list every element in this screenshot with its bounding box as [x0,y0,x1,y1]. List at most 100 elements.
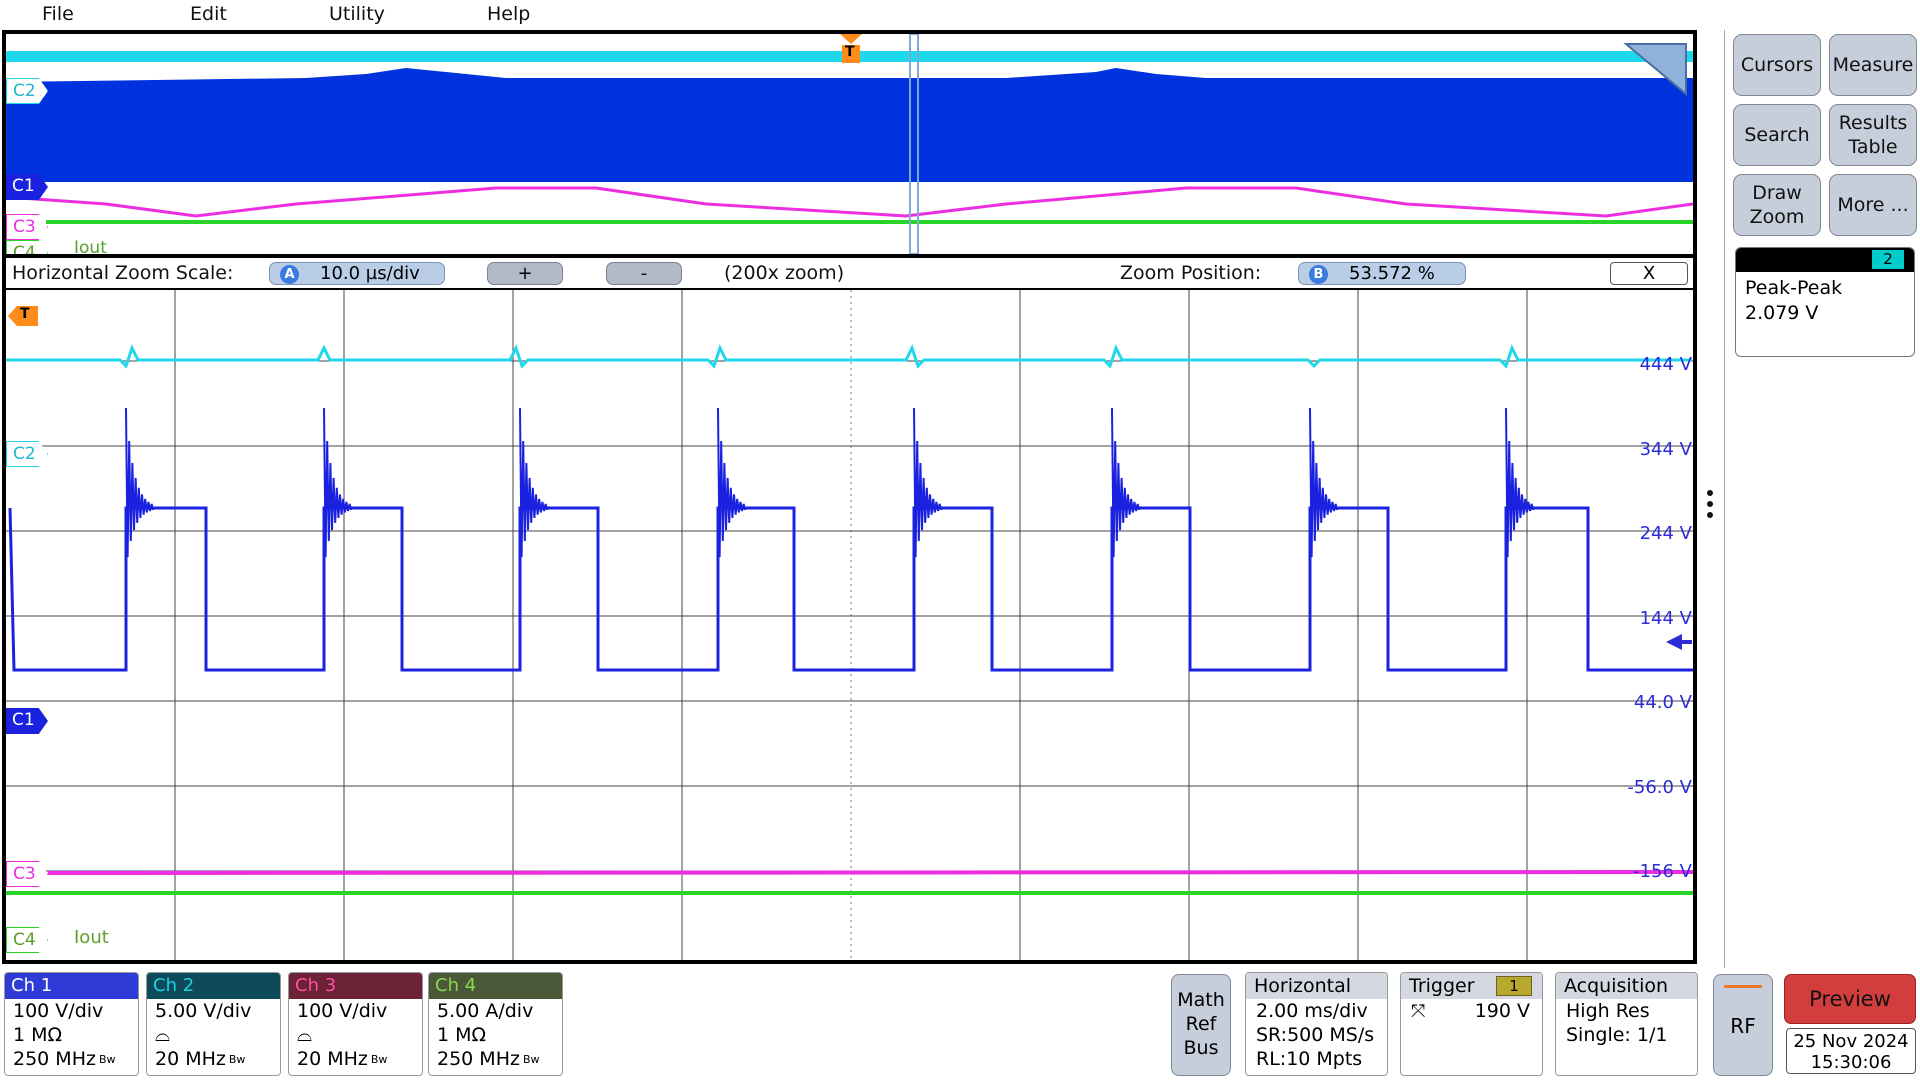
probe-icon: ⌓ [297,1024,313,1046]
zoom-ch1-ringing [125,407,1535,558]
zoom-ch2-trace [6,344,1692,369]
rf-label: RF [1730,1014,1756,1038]
zoom-trigger-label: T [20,306,30,322]
measure-button[interactable]: Measure [1829,34,1917,96]
cursors-button[interactable]: Cursors [1733,34,1821,96]
channel-bandwidth: 250 MHz [437,1048,520,1070]
close-zoom-button[interactable]: X [1610,262,1688,285]
level-arrow [1666,634,1682,650]
acquisition-single: Single: 1/1 [1566,1024,1668,1046]
zoom-scale-label: Horizontal Zoom Scale: [12,262,234,284]
axis-label-1: 344 V [1639,439,1692,460]
channel-bandwidth: 20 MHz [155,1048,226,1070]
ringing-burst [125,407,155,558]
rf-button[interactable]: RF [1713,974,1773,1076]
horizontal-record-length: RL:10 Mpts [1256,1048,1363,1070]
channel-bandwidth: 20 MHz [297,1048,368,1070]
overview-ch3-trace [6,186,1693,218]
trigger-title: Trigger [1409,975,1475,997]
rf-indicator-bar [1724,985,1762,988]
ringing-burst [1309,407,1339,558]
channel-badge-3[interactable]: Ch 3 100 V/div ⌓ 20 MHz Bw [288,972,423,1076]
status-bar: Ch 1 100 V/div 1 MΩ 250 MHz Bw Ch 2 5.00 V/div… [0,968,1920,1080]
zoom-in-button[interactable]: + [487,262,563,285]
more-button[interactable]: More ... [1829,174,1917,236]
channel-name: Ch 2 [147,973,280,999]
probe-icon: ⌓ [155,1024,171,1046]
zoom-waveform[interactable]: T C2 C1 C3 C4 Iout 444 V 344 V 244 V 144… [2,288,1697,964]
trigger-level: 190 V [1474,1000,1530,1022]
channel-scale: 100 V/div [13,1000,104,1022]
channel-impedance: 1 MΩ [13,1024,63,1046]
horizontal-badge[interactable]: Horizontal 2.00 ms/div SR:500 MS/s RL:10… [1245,972,1388,1076]
menu-file[interactable]: File [42,1,74,27]
horizontal-title: Horizontal [1246,973,1387,999]
side-panel: Cursors Measure Search Results Table Dra… [1724,30,1920,970]
acquisition-title: Acquisition [1556,973,1697,999]
search-button[interactable]: Search [1733,104,1821,166]
horizontal-sample-rate: SR:500 MS/s [1256,1024,1375,1046]
overview-plot [6,34,1693,254]
bandwidth-limit-icon: Bw [370,1052,388,1066]
channel-name: Ch 4 [429,973,562,999]
channel-badge-4[interactable]: Ch 4 5.00 A/div 1 MΩ 250 MHz Bw [428,972,563,1076]
trigger-source-badge: 1 [1496,976,1532,996]
trigger-edge-icon: ⤧ [1411,1001,1426,1022]
channel-bandwidth-line: 250 MHz Bw [429,1047,562,1072]
axis-label-3: 144 V [1639,608,1692,629]
overview-waveform[interactable]: T C2 C1 C3 C4 Iout [2,30,1697,258]
ringing-burst [717,407,747,558]
menu-help[interactable]: Help [487,1,530,27]
preview-button[interactable]: Preview [1784,974,1916,1024]
trigger-detail: ⤧ 190 V [1401,999,1542,1024]
zoom-scale-control[interactable]: A 10.0 µs/div [269,262,445,285]
zoom-marker-c2-label: C2 [13,444,36,464]
date: 25 Nov 2024 [1793,1031,1909,1052]
menu-utility[interactable]: Utility [329,1,385,27]
overview-trigger-label: T [845,44,855,60]
channel-scale: 100 V/div [297,1000,388,1022]
draw-zoom-button[interactable]: Draw Zoom [1733,174,1821,236]
level-arrow-tail [1682,640,1692,644]
zoom-position-label: Zoom Position: [1120,262,1262,284]
time: 15:30:06 [1810,1052,1892,1073]
zoom-position-control[interactable]: B 53.572 % [1298,262,1466,285]
menu-bar: File Edit Utility Help [0,0,1920,28]
results-table-button[interactable]: Results Table [1829,104,1917,166]
trigger-badge[interactable]: Trigger 1 ⤧ 190 V [1400,972,1543,1076]
zoom-out-button[interactable]: - [606,262,682,285]
channel-badge-2[interactable]: Ch 2 5.00 V/div ⌓ 20 MHz Bw [146,972,281,1076]
trigger-position-arrow [840,34,862,44]
channel-scale: 5.00 V/div [155,1000,252,1022]
zoom-c4-name: Iout [74,927,109,948]
axis-label-2: 244 V [1639,523,1692,544]
channel-bandwidth-line: 250 MHz Bw [5,1047,138,1072]
overview-ch1-envelope [6,68,1693,182]
menu-edit[interactable]: Edit [190,1,227,27]
zoom-marker-c1-label: C1 [12,710,35,730]
acquisition-mode: High Res [1566,1000,1650,1022]
measurement-value: 2.079 V [1745,302,1819,324]
channel-name: Ch 1 [5,973,138,999]
zoom-grid [6,290,1693,960]
zoom-control-bar: Horizontal Zoom Scale: A 10.0 µs/div + -… [2,258,1697,288]
channel-impedance: 1 MΩ [437,1024,487,1046]
bandwidth-limit-icon: Bw [98,1052,116,1066]
zoom-plot [6,290,1693,960]
channel-name: Ch 3 [289,973,422,999]
channel-bandwidth-line: 20 MHz Bw [289,1047,422,1072]
channel-scale: 5.00 A/div [437,1000,534,1022]
channel-badge-1[interactable]: Ch 1 100 V/div 1 MΩ 250 MHz Bw [4,972,139,1076]
math-ref-bus-button[interactable]: Math Ref Bus [1171,974,1231,1076]
zoom-ch3-trace [47,870,1693,875]
zoom-scale-badge: A [280,265,299,284]
measurement-badge[interactable]: 2 Peak-Peak 2.079 V [1735,247,1915,357]
acquisition-badge[interactable]: Acquisition High Res Single: 1/1 [1555,972,1698,1076]
date-time[interactable]: 25 Nov 2024 15:30:06 [1786,1028,1916,1074]
axis-label-6: -156 V [1633,861,1692,882]
overview-marker-c3-label: C3 [13,217,36,237]
zoom-marker-c4-label: C4 [13,930,36,950]
side-panel-handle[interactable] [1707,490,1717,523]
channel-bandwidth-line: 20 MHz Bw [147,1047,280,1072]
axis-label-0: 444 V [1639,354,1692,375]
